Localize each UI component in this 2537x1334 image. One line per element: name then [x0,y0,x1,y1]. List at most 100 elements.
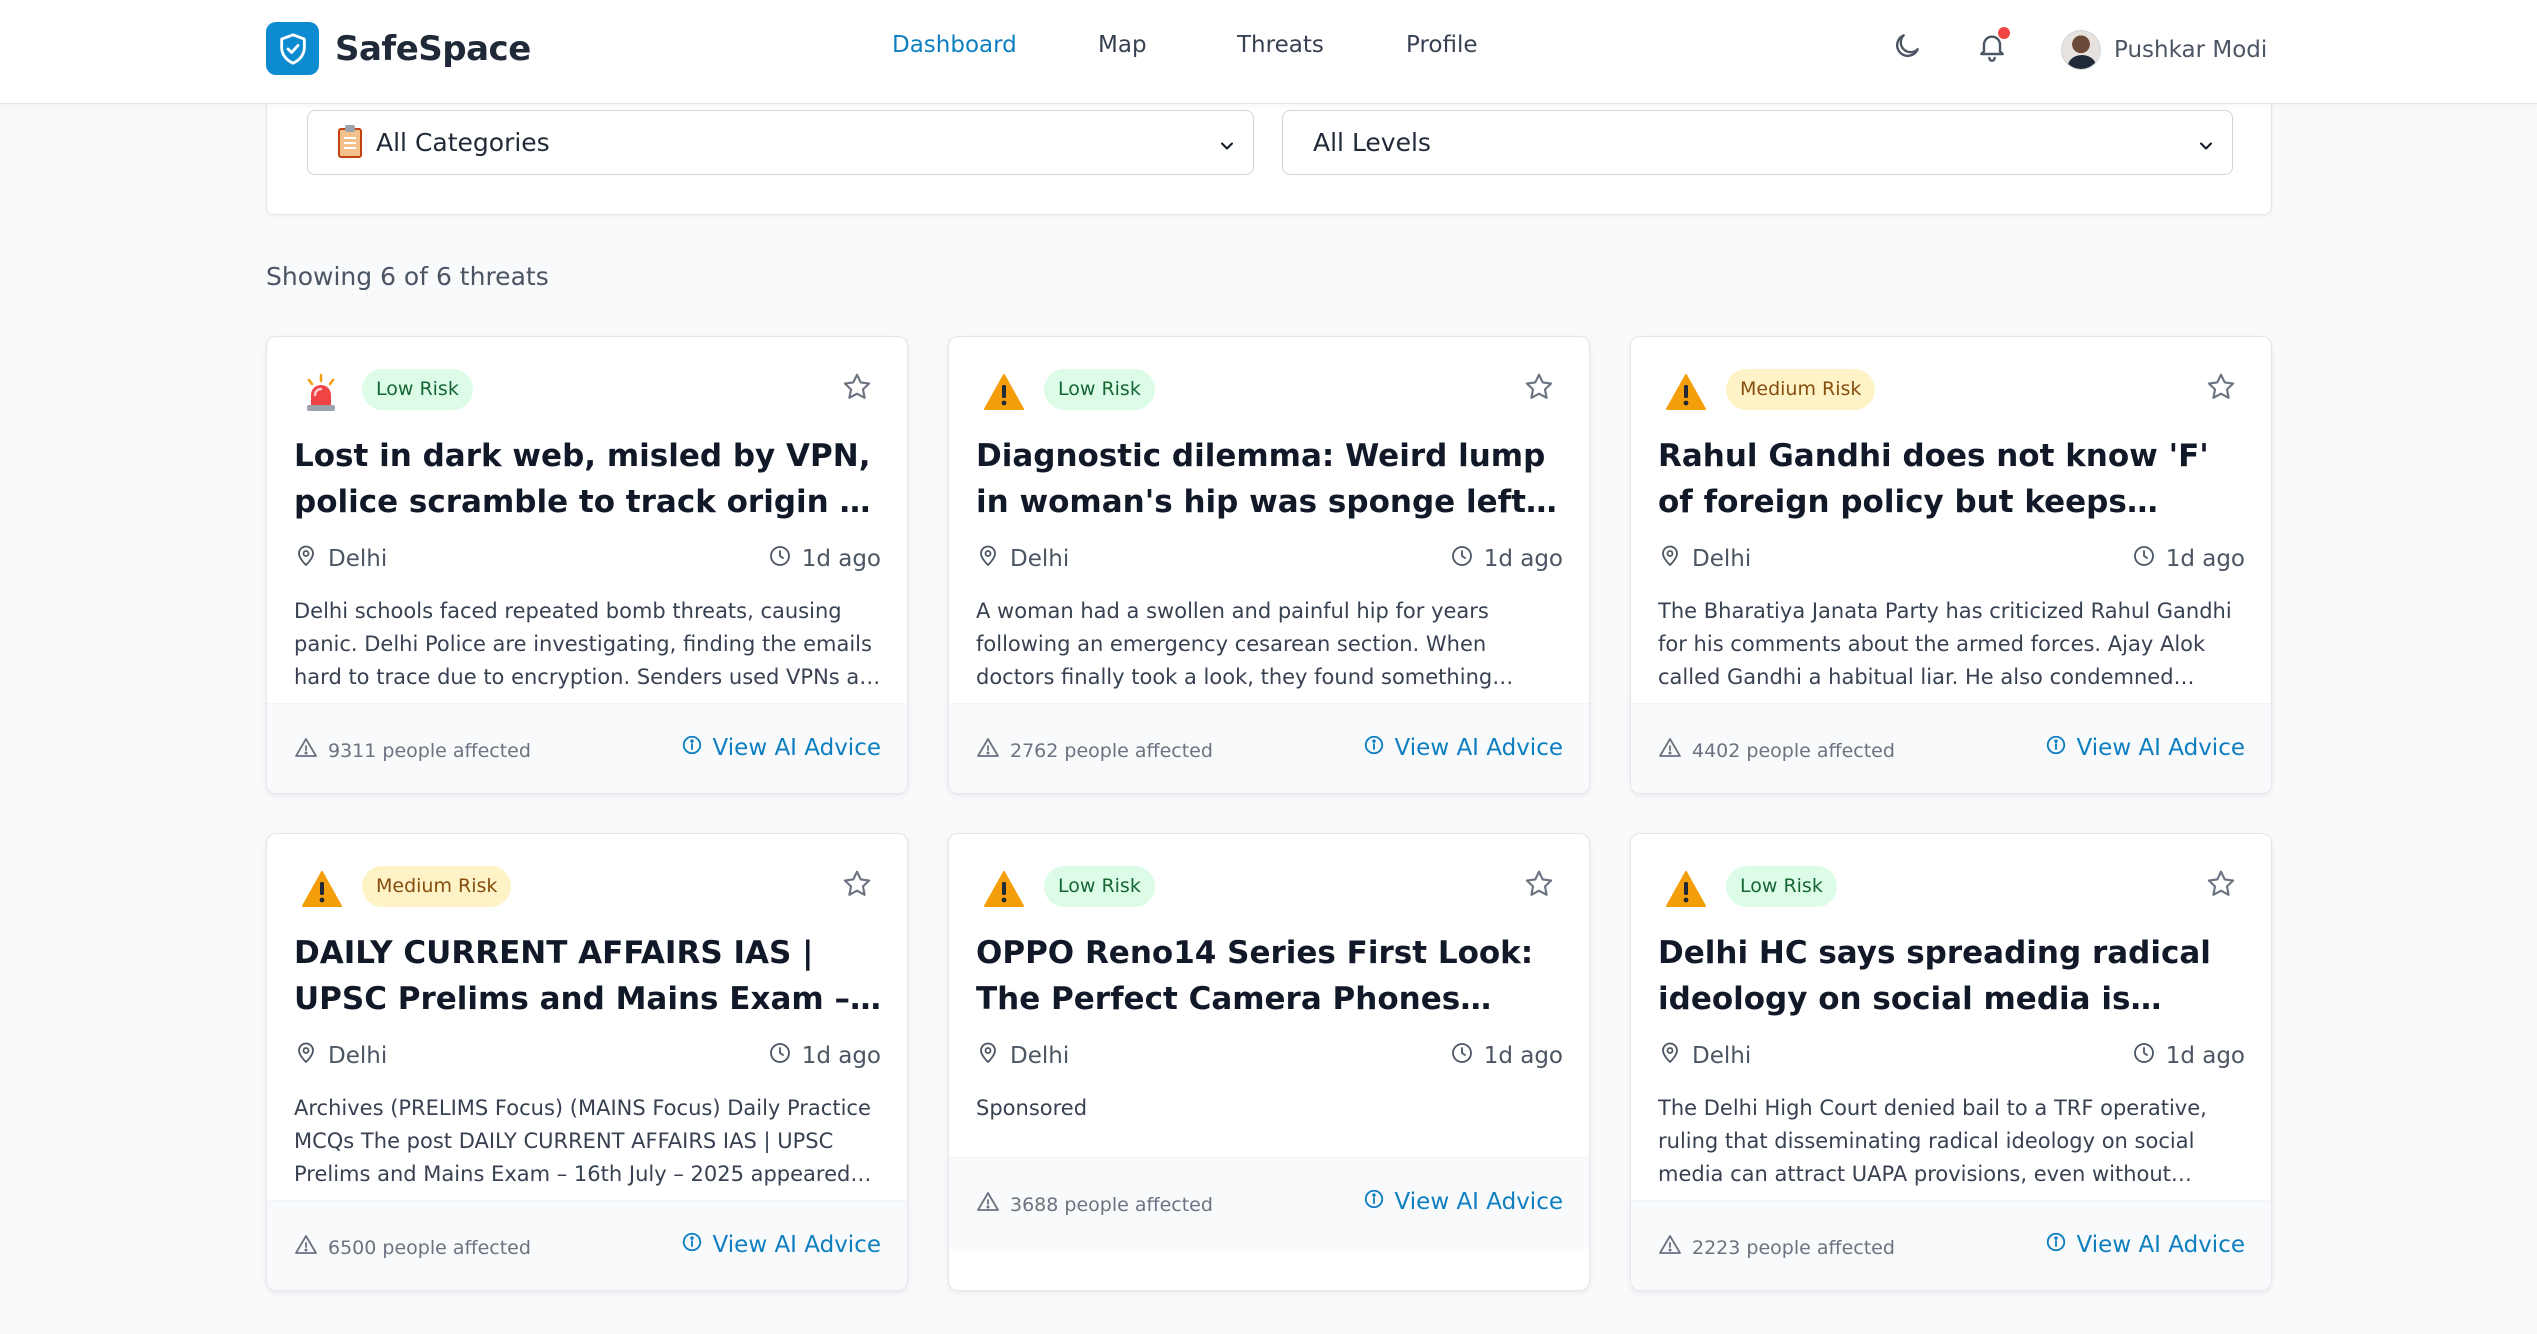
nav-dashboard[interactable]: Dashboard [892,32,1017,58]
affected-count: 9311 people affected [294,736,531,765]
clock-icon [2132,544,2166,574]
card-footer: 4402 people affected View AI Advice [1631,703,2271,793]
risk-badge: Low Risk [1726,866,1837,907]
user-menu[interactable]: Pushkar Modi [2061,30,2267,70]
alert-triangle-icon [976,1190,1010,1219]
view-ai-advice-link[interactable]: View AI Advice [1363,1188,1563,1216]
location-label: Delhi [328,546,388,572]
affected-label: 2762 people affected [1010,739,1213,762]
threat-card[interactable]: Medium Risk Rahul Gandhi does not know 'F… [1630,336,2272,794]
info-icon [681,1231,713,1259]
threat-location: Delhi [1658,1041,1751,1071]
brand[interactable]: SafeSpace [266,22,531,75]
threat-description: The Delhi High Court denied bail to a TR… [1658,1096,2207,1186]
threat-title[interactable]: Delhi HC says spreading radical ideology… [1658,930,2248,1022]
affected-count: 2762 people affected [976,736,1213,765]
time-label: 1d ago [1483,546,1563,572]
location-label: Delhi [328,1043,388,1069]
star-icon[interactable] [2205,371,2237,407]
threat-description: Delhi schools faced repeated bomb threat… [294,599,886,689]
siren-icon [301,373,341,417]
time-label: 1d ago [801,546,881,572]
threat-time: 1d ago [768,1041,881,1071]
card-footer: 2223 people affected View AI Advice [1631,1200,2271,1290]
threat-location: Delhi [976,544,1069,574]
threat-time: 1d ago [2132,1041,2245,1071]
affected-label: 9311 people affected [328,739,531,762]
threat-time: 1d ago [1450,1041,1563,1071]
risk-badge: Low Risk [1044,866,1155,907]
chevron-down-icon [1217,133,1237,162]
level-select[interactable]: All Levels [1282,110,2233,175]
avatar [2061,30,2101,70]
nav-map[interactable]: Map [1098,32,1147,58]
location-pin-icon [976,544,1010,574]
location-label: Delhi [1010,1043,1070,1069]
threat-card[interactable]: Low Risk Lost in dark web, misled by VPN,… [266,336,908,794]
time-label: 1d ago [1483,1043,1563,1069]
clock-icon [1450,544,1484,574]
bell-icon[interactable] [1976,27,2010,66]
threat-card[interactable]: Low Risk Diagnostic dilemma: Weird lump i… [948,336,1590,794]
threat-time: 1d ago [768,544,881,574]
shield-check-icon [266,22,319,75]
clock-icon [1450,1041,1484,1071]
card-footer: 2762 people affected View AI Advice [949,703,1589,793]
time-label: 1d ago [2165,1043,2245,1069]
threat-title[interactable]: OPPO Reno14 Series First Look: The Perfe… [976,930,1566,1022]
affected-label: 3688 people affected [1010,1193,1213,1216]
alert-triangle-icon [294,736,328,765]
affected-count: 2223 people affected [1658,1233,1895,1262]
affected-label: 4402 people affected [1692,739,1895,762]
time-label: 1d ago [2165,546,2245,572]
star-icon[interactable] [841,868,873,904]
threat-title[interactable]: Lost in dark web, misled by VPN, police … [294,433,884,525]
chevron-down-icon [2196,133,2216,162]
threat-description: The Bharatiya Janata Party has criticize… [1658,599,2232,689]
category-select-value: All Categories [376,128,550,157]
info-icon [2045,734,2077,762]
threat-card[interactable]: Low Risk Delhi HC says spreading radical … [1630,833,2272,1291]
threat-title[interactable]: Rahul Gandhi does not know 'F' of foreig… [1658,433,2248,525]
location-label: Delhi [1692,1043,1752,1069]
advice-label: View AI Advice [712,735,881,761]
brand-name: SafeSpace [335,28,531,69]
results-count: Showing 6 of 6 threats [266,262,549,291]
threat-time: 1d ago [2132,544,2245,574]
star-icon[interactable] [841,371,873,407]
view-ai-advice-link[interactable]: View AI Advice [681,734,881,762]
warning-icon [1665,373,1707,415]
view-ai-advice-link[interactable]: View AI Advice [1363,734,1563,762]
alert-triangle-icon [1658,736,1692,765]
warning-icon [301,870,343,912]
view-ai-advice-link[interactable]: View AI Advice [681,1231,881,1259]
location-pin-icon [1658,1041,1692,1071]
level-select-value: All Levels [1313,128,1431,157]
affected-label: 2223 people affected [1692,1236,1895,1259]
warning-icon [983,373,1025,415]
threat-title[interactable]: Diagnostic dilemma: Weird lump in woman'… [976,433,1566,525]
info-icon [1363,1188,1395,1216]
view-ai-advice-link[interactable]: View AI Advice [2045,734,2245,762]
moon-icon[interactable] [1891,30,1923,66]
top-header: SafeSpace Dashboard Map Threats Profile … [0,0,2537,104]
affected-count: 4402 people affected [1658,736,1895,765]
nav-threats[interactable]: Threats [1237,32,1324,58]
clipboard-icon [338,124,362,158]
affected-count: 6500 people affected [294,1233,531,1262]
threat-card[interactable]: Low Risk OPPO Reno14 Series First Look: T… [948,833,1590,1291]
warning-icon [1665,870,1707,912]
category-select[interactable]: All Categories [307,110,1254,175]
star-icon[interactable] [1523,371,1555,407]
notification-dot [1998,27,2010,39]
threat-description: A woman had a swollen and painful hip fo… [976,599,1493,689]
star-icon[interactable] [2205,868,2237,904]
star-icon[interactable] [1523,868,1555,904]
threat-title[interactable]: DAILY CURRENT AFFAIRS IAS | UPSC Prelims… [294,930,884,1022]
alert-triangle-icon [1658,1233,1692,1262]
user-name: Pushkar Modi [2114,37,2268,63]
nav-profile[interactable]: Profile [1406,32,1478,58]
view-ai-advice-link[interactable]: View AI Advice [2045,1231,2245,1259]
info-icon [681,734,713,762]
threat-card[interactable]: Medium Risk DAILY CURRENT AFFAIRS IAS | U… [266,833,908,1291]
